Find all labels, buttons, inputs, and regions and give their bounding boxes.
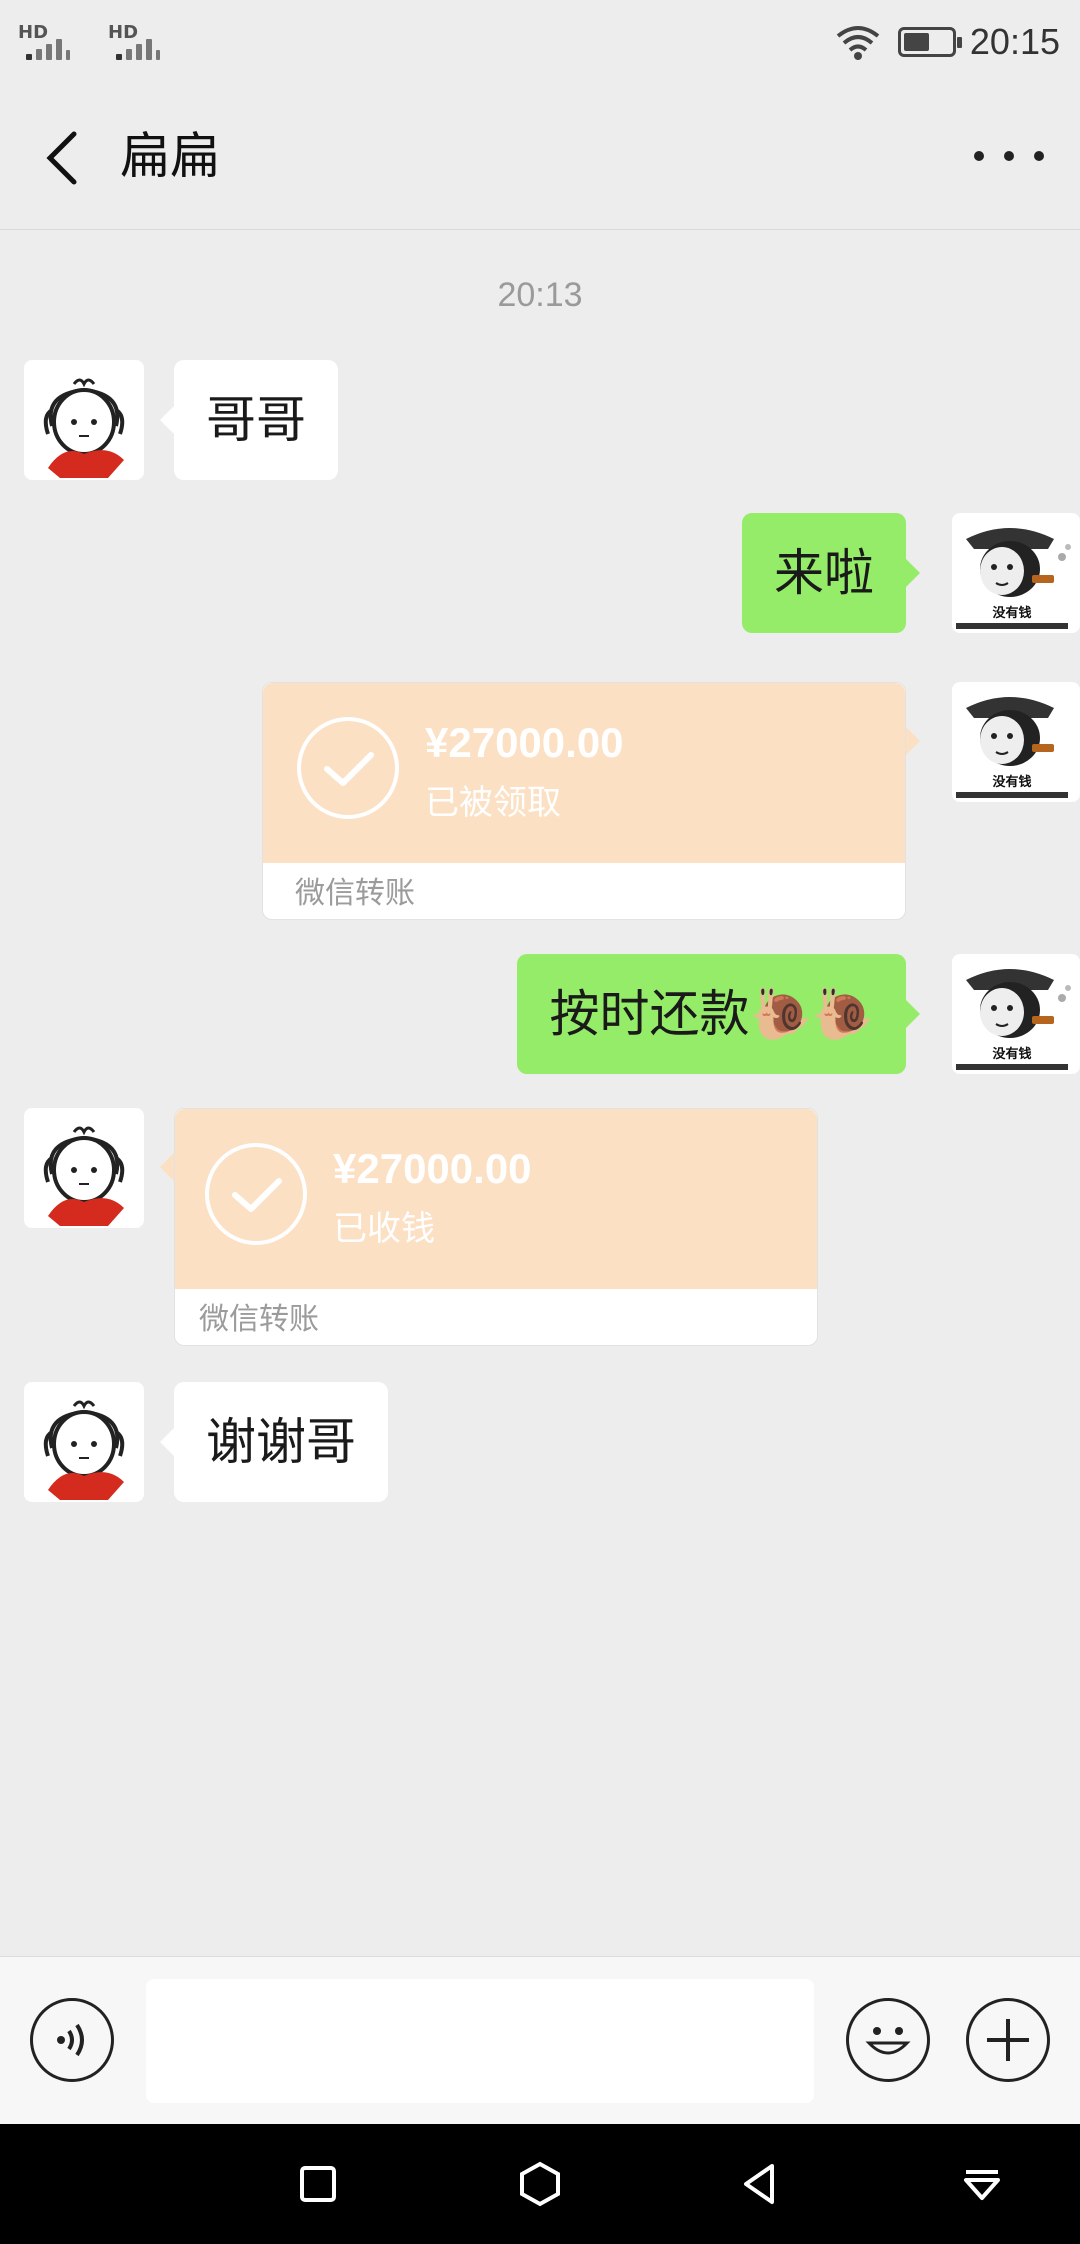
message-bubble-outgoing[interactable]: 来啦 <box>742 513 920 633</box>
chat-timestamp: 20:13 <box>497 276 583 314</box>
avatar-caption: 没有钱 <box>992 1046 1031 1062</box>
wifi-icon <box>836 26 880 60</box>
status-time: 20:15 <box>969 21 1060 62</box>
voice-icon[interactable] <box>30 1998 114 2082</box>
battery-level <box>903 33 930 51</box>
transfer-amount: ¥27000.00 <box>333 1145 532 1192</box>
message-bubble-incoming[interactable]: 谢谢哥 <box>160 1382 388 1502</box>
system-nav-bar <box>0 2124 1080 2244</box>
input-bar <box>0 1956 1080 2124</box>
signal-indicator-2: HD <box>108 22 188 62</box>
check-icon <box>297 717 399 819</box>
transfer-label: 微信转账 <box>295 876 415 911</box>
battery-icon <box>897 27 962 57</box>
chat-header: 扁扁 <box>0 84 1080 230</box>
emoji-icon[interactable] <box>846 1998 930 2082</box>
self-avatar[interactable]: 没有钱 <box>952 954 1080 1074</box>
signal-bars-icon <box>26 36 86 60</box>
signal-indicator-1: HD <box>18 22 98 62</box>
transfer-card-top: ¥27000.00 已被领取 <box>263 683 905 863</box>
plus-icon[interactable] <box>966 1998 1050 2082</box>
message-bubble-outgoing[interactable]: 按时还款🐌🐌 <box>517 954 920 1074</box>
transfer-label: 微信转账 <box>199 1302 319 1337</box>
signal-bars-icon <box>116 36 176 60</box>
status-bar: HD HD 20:15 <box>0 0 1080 84</box>
transfer-status: 已被领取 <box>425 783 561 823</box>
check-icon <box>205 1143 307 1245</box>
chat-title: 扁扁 <box>120 127 220 185</box>
message-bubble-incoming[interactable]: 哥哥 <box>160 360 338 480</box>
chevron-left-icon[interactable] <box>40 128 84 188</box>
self-avatar[interactable]: 没有钱 <box>952 682 1080 802</box>
transfer-status: 已收钱 <box>333 1209 435 1249</box>
back-nav-icon[interactable] <box>736 2160 784 2208</box>
self-avatar[interactable]: 没有钱 <box>952 513 1080 633</box>
contact-avatar[interactable] <box>24 1382 144 1502</box>
recent-apps-icon[interactable] <box>294 2160 342 2208</box>
contact-avatar[interactable] <box>24 360 144 480</box>
transfer-card-incoming[interactable]: ¥27000.00 已收钱 微信转账 <box>160 1108 818 1346</box>
avatar-caption: 没有钱 <box>992 605 1031 621</box>
home-icon[interactable] <box>516 2160 564 2208</box>
transfer-card-outgoing[interactable]: ¥27000.00 已被领取 微信转账 <box>262 682 920 920</box>
notification-shade-icon[interactable] <box>958 2160 1006 2208</box>
avatar-caption: 没有钱 <box>992 774 1031 790</box>
transfer-amount: ¥27000.00 <box>425 719 624 766</box>
contact-avatar[interactable] <box>24 1108 144 1228</box>
more-dots-icon[interactable] <box>974 144 1044 168</box>
message-input[interactable] <box>146 1979 814 2103</box>
transfer-card-top: ¥27000.00 已收钱 <box>175 1109 817 1289</box>
